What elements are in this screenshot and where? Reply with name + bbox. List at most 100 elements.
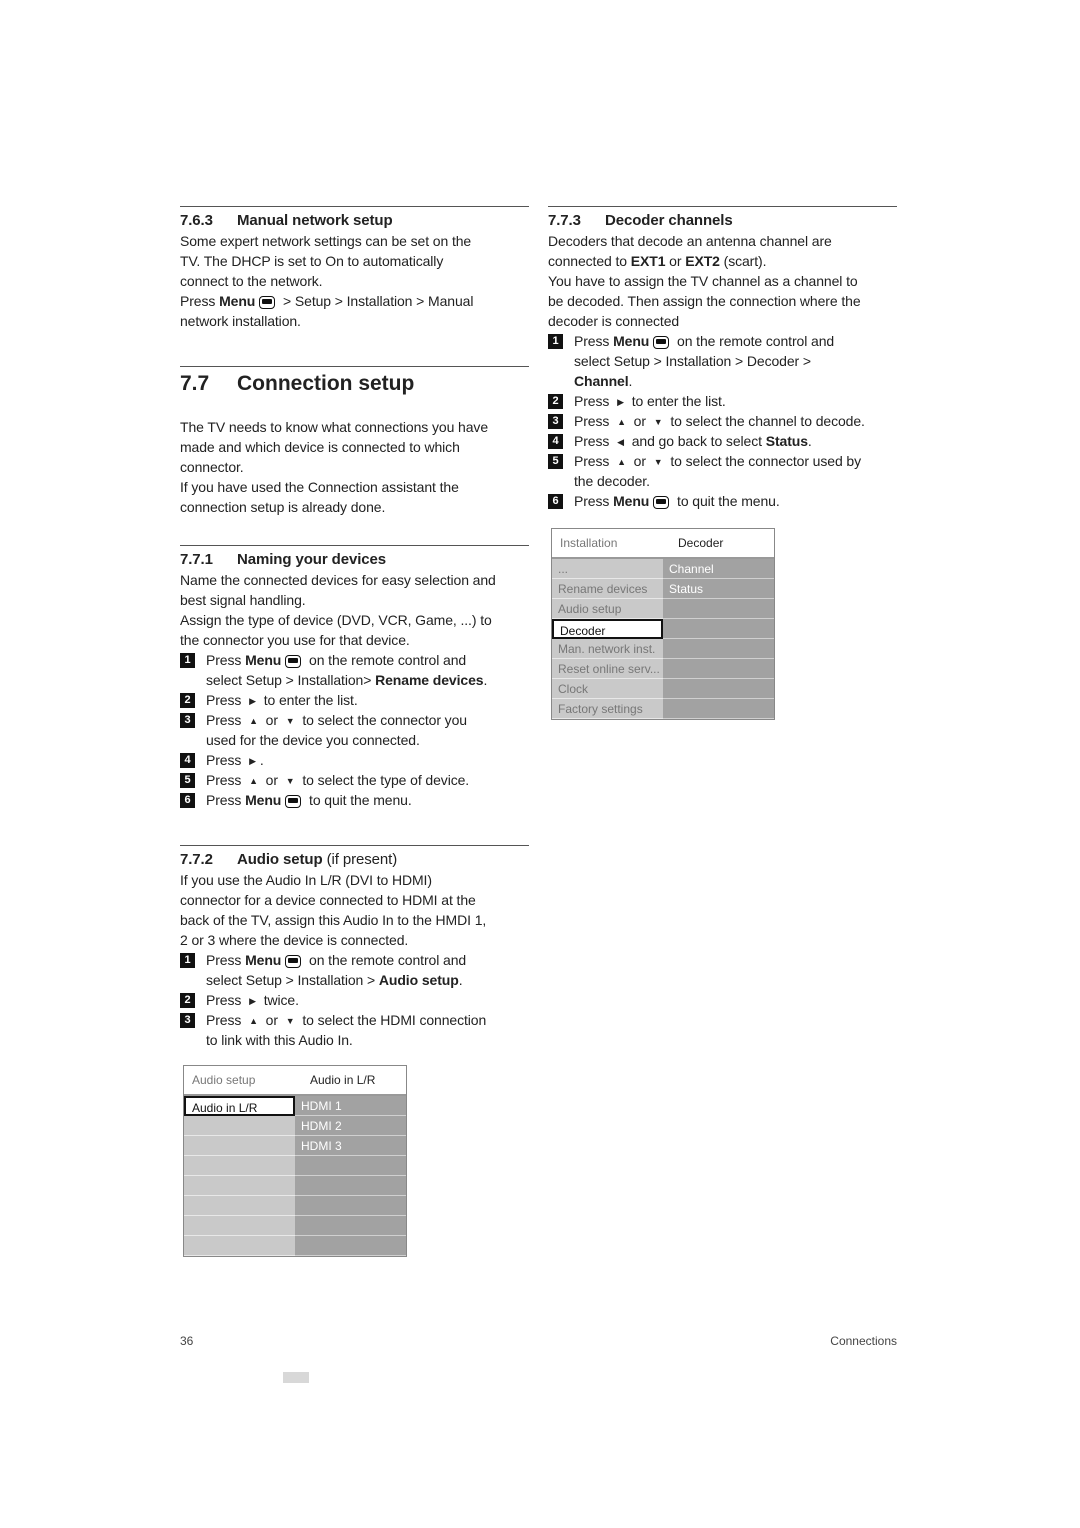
menu-button-icon (653, 335, 670, 349)
text: 2 or 3 where the device is connected. (180, 932, 409, 948)
submenu-item[interactable]: HDMI 2 (295, 1116, 406, 1136)
text: If you use the Audio In L/R (DVI to HDMI… (180, 872, 432, 888)
section-heading: 7.7.3 Decoder channels (548, 211, 897, 231)
menu-header-left: Installation (560, 536, 618, 550)
section-title: Connection setup (237, 372, 415, 395)
text: to select the connector you (298, 712, 467, 728)
menu-item[interactable]: Reset online serv... (552, 659, 663, 679)
text-line: select Setup > Installation > Audio setu… (206, 970, 529, 990)
bold-text: Menu (245, 652, 282, 668)
text: . (807, 433, 812, 449)
arrow-up-icon: ▲ (249, 776, 258, 787)
menu-item[interactable]: Clock (552, 679, 663, 699)
submenu-item[interactable] (663, 599, 774, 619)
submenu-item[interactable] (663, 699, 774, 719)
text: to select the type of device. (298, 772, 470, 788)
submenu-item[interactable]: HDMI 3 (295, 1136, 406, 1156)
text: to link with this Audio In. (206, 1032, 353, 1048)
arrow-up-icon: ▲ (617, 457, 626, 468)
submenu-item[interactable] (663, 619, 774, 639)
text: the connector you use for that device. (180, 632, 410, 648)
arrow-up-icon: ▲ (617, 417, 626, 428)
text-line: connector. (180, 457, 529, 477)
menu-item[interactable]: ... (552, 559, 663, 579)
bold-text: Audio setup (378, 972, 459, 988)
text: connection setup is already done. (180, 499, 386, 515)
submenu-item[interactable] (295, 1176, 406, 1196)
menu-item[interactable] (184, 1176, 295, 1196)
menu-item[interactable]: Audio setup (552, 599, 663, 619)
menu-item[interactable] (184, 1236, 295, 1256)
submenu-item[interactable] (295, 1196, 406, 1216)
text: twice. (259, 992, 299, 1008)
arrow-up-icon: ▲ (249, 716, 258, 727)
text-line: back of the TV, assign this Audio In to … (180, 910, 529, 930)
text-line: Channel. (574, 371, 897, 391)
text: or (629, 413, 650, 429)
text: The TV needs to know what connections yo… (180, 419, 489, 435)
text: on the remote control and (673, 333, 835, 349)
submenu-item[interactable] (663, 659, 774, 679)
text: Press (574, 393, 614, 409)
arrow-right-icon: ▶ (249, 696, 256, 707)
text-line: Press ▲ or ▼ to select the HDMI connecti… (206, 1010, 529, 1030)
submenu-item[interactable]: HDMI 1 (295, 1096, 406, 1116)
step-item: 3 Press ▲ or ▼ to select the connector yo… (180, 710, 529, 750)
section-7-7-3: 7.7.3 Decoder channels Decoders that decod… (548, 206, 897, 511)
menu-item[interactable] (184, 1136, 295, 1156)
submenu-item[interactable] (295, 1156, 406, 1176)
menu-item[interactable]: Man. network inst. (552, 639, 663, 659)
section-title: Decoder channels (605, 212, 733, 229)
text-line: Press Menu on the remote control and (206, 950, 529, 970)
text: be decoded. Then assign the connection w… (548, 293, 861, 309)
text: Name the connected devices for easy sele… (180, 572, 496, 588)
section-number: 7.7 (180, 372, 210, 395)
menu-item[interactable] (184, 1116, 295, 1136)
menu-item[interactable]: Decoder (552, 619, 663, 639)
step-item: 6 Press Menu to quit the menu. (180, 790, 529, 810)
section-7-7-1: 7.7.1 Naming your devices Name the connect… (180, 545, 529, 810)
text: connected to (548, 253, 631, 269)
menu-header: Installation Decoder (552, 529, 774, 559)
text: to enter the list. (259, 692, 358, 708)
text: to select the connector used by (666, 453, 862, 469)
text-line: Assign the type of device (DVD, VCR, Gam… (180, 610, 529, 630)
menu-item[interactable]: Rename devices (552, 579, 663, 599)
submenu-item[interactable] (663, 679, 774, 699)
step-item: 1 Press Menu on the remote control and sel… (180, 650, 529, 690)
submenu-item[interactable] (663, 639, 774, 659)
menu-item[interactable] (184, 1216, 295, 1236)
text: or (261, 772, 282, 788)
submenu-item[interactable]: Status (663, 579, 774, 599)
section-title: Manual network setup (237, 212, 393, 229)
bold-text: Menu (245, 952, 282, 968)
text: Press (574, 453, 614, 469)
text-line: Decoders that decode an antenna channel … (548, 231, 897, 251)
audio-setup-menu-screenshot: Audio setup Audio in L/R Audio in L/R HDMI … (183, 1065, 407, 1257)
text-line: the connector you use for that device. (180, 630, 529, 650)
step-item: 5 Press ▲ or ▼ to select the connector us… (548, 451, 897, 491)
text: or (665, 253, 686, 269)
menu-item[interactable] (184, 1156, 295, 1176)
menu-row (184, 1236, 406, 1256)
text: select Setup > Installation> (206, 672, 376, 688)
section-heading: 7.6.3 Manual network setup (180, 211, 529, 231)
arrow-up-icon: ▲ (249, 1016, 258, 1027)
text: on the remote control and (305, 952, 467, 968)
submenu-item[interactable] (295, 1236, 406, 1256)
text: on the remote control and (305, 652, 467, 668)
menu-item[interactable]: Audio in L/R (184, 1096, 295, 1116)
submenu-item[interactable]: Channel (663, 559, 774, 579)
step-number: 4 (180, 753, 195, 768)
text: made and which device is connected to wh… (180, 439, 460, 455)
text-line: the decoder. (574, 471, 897, 491)
section-number: 7.6.3 (180, 212, 213, 229)
menu-item[interactable] (184, 1196, 295, 1216)
text-line: decoder is connected (548, 311, 897, 331)
text-line: be decoded. Then assign the connection w… (548, 291, 897, 311)
menu-item[interactable]: Factory settings (552, 699, 663, 719)
arrow-down-icon: ▼ (285, 1016, 295, 1027)
submenu-item[interactable] (295, 1216, 406, 1236)
step-item: 2 Press ▶ to enter the list. (180, 690, 529, 710)
bold-text: EXT1 (630, 253, 666, 269)
